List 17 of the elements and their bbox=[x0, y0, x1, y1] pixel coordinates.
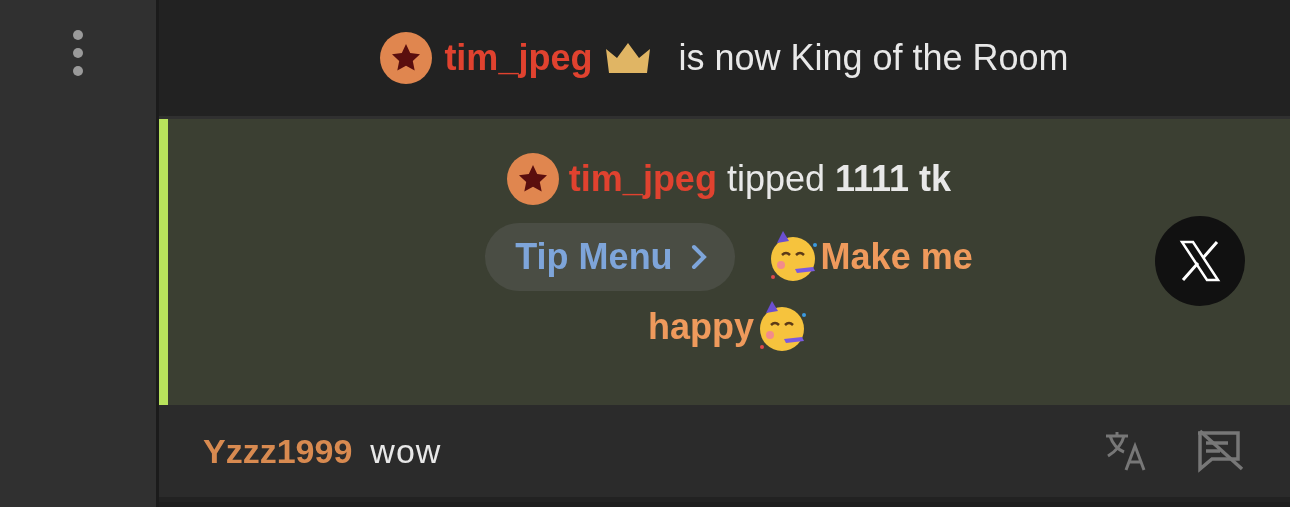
king-notice-text: is now King of the Room bbox=[678, 37, 1069, 79]
translate-icon[interactable] bbox=[1104, 430, 1148, 472]
tip-message-text: happy bbox=[648, 306, 754, 348]
crown-icon bbox=[604, 43, 653, 73]
username[interactable]: Yzzz1999 bbox=[203, 431, 353, 471]
more-menu-icon[interactable] bbox=[72, 30, 84, 76]
username[interactable]: tim_jpeg bbox=[568, 158, 717, 200]
tip-message-text: Make me bbox=[820, 236, 973, 278]
tip-amount: 1111 tk bbox=[835, 158, 952, 200]
x-logo-icon bbox=[1179, 240, 1221, 282]
star-badge-icon bbox=[506, 153, 559, 205]
tip-menu-button[interactable]: Tip Menu bbox=[485, 223, 735, 291]
star-badge-icon bbox=[380, 32, 433, 84]
tip-action-text: tipped bbox=[726, 158, 825, 200]
chat-message-text: wow bbox=[370, 431, 442, 471]
username[interactable]: tim_jpeg bbox=[444, 37, 593, 79]
chevron-right-icon bbox=[690, 244, 707, 270]
